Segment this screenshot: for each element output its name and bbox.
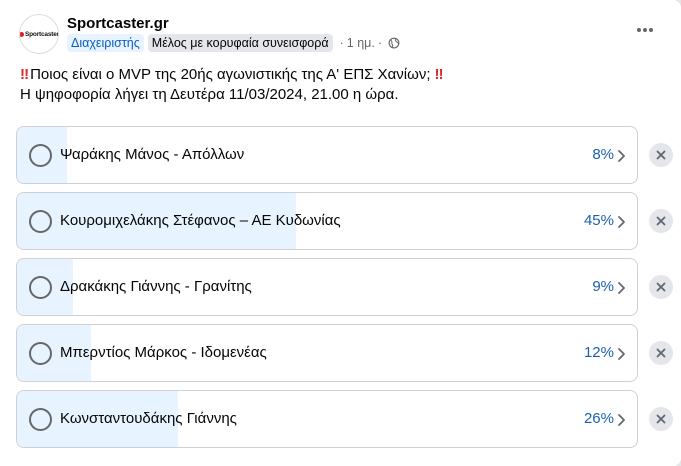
poll-option[interactable]: Δρακάκης Γιάννης - Γρανίτης 9% xyxy=(16,258,638,316)
poll-option-percent: 9% xyxy=(592,278,614,295)
post-deadline: Η ψηφοφορία λήγει τη Δευτέρα 11/03/2024,… xyxy=(20,86,399,103)
poll-option-row: Ψαράκης Μάνος - Απόλλων 8% xyxy=(16,126,681,184)
chevron-right-icon xyxy=(618,414,625,426)
poll-option-row: Μπερντίος Μάρκος - Ιδομενέας 12% xyxy=(16,324,681,382)
chevron-right-icon xyxy=(618,150,625,162)
emphasis-icon: ‼ xyxy=(434,66,444,83)
poll-option-label: Κουρομιχελάκης Στέφανος – ΑΕ Κυδωνίας xyxy=(60,212,341,229)
close-icon xyxy=(656,282,666,292)
poll-option-row: Κωνσταντουδάκης Γιάννης 26% xyxy=(16,390,681,448)
poll-option[interactable]: Ψαράκης Μάνος - Απόλλων 8% xyxy=(16,126,638,184)
poll-option[interactable]: Μπερντίος Μάρκος - Ιδομενέας 12% xyxy=(16,324,638,382)
radio-icon[interactable] xyxy=(29,342,52,365)
poll-options: Ψαράκης Μάνος - Απόλλων 8% Κουρομιχελάκη… xyxy=(16,126,681,456)
poll-option-label: Δρακάκης Γιάννης - Γρανίτης xyxy=(60,278,252,295)
close-icon xyxy=(656,348,666,358)
poll-option-row: Κουρομιχελάκης Στέφανος – ΑΕ Κυδωνίας 45… xyxy=(16,192,681,250)
poll-option-label: Κωνσταντουδάκης Γιάννης xyxy=(60,410,237,427)
post-text: ‼ Ποιος είναι ο MVP της 20ής αγωνιστικής … xyxy=(20,65,444,105)
radio-icon[interactable] xyxy=(29,210,52,233)
more-options-button[interactable] xyxy=(631,20,659,40)
chevron-right-icon xyxy=(618,348,625,360)
poll-option-percent: 26% xyxy=(583,410,614,427)
poll-option-percent: 12% xyxy=(583,344,614,361)
contributor-badge: Μέλος με κορυφαία συνεισφορά xyxy=(147,34,333,52)
globe-icon xyxy=(388,37,400,49)
poll-option-label: Μπερντίος Μάρκος - Ιδομενέας xyxy=(60,344,267,361)
poll-option[interactable]: Κωνσταντουδάκης Γιάννης 26% xyxy=(16,390,638,448)
post-time[interactable]: 1 ημ. xyxy=(347,36,375,50)
post-meta: Διαχειριστής Μέλος με κορυφαία συνεισφορ… xyxy=(67,34,400,52)
admin-badge: Διαχειριστής xyxy=(67,34,144,52)
chevron-right-icon xyxy=(618,216,625,228)
remove-option-button[interactable] xyxy=(649,275,673,299)
radio-icon[interactable] xyxy=(29,276,52,299)
radio-icon[interactable] xyxy=(29,144,52,167)
chevron-right-icon xyxy=(618,282,625,294)
page-name[interactable]: Sportcaster.gr xyxy=(67,15,169,32)
emphasis-icon: ‼ xyxy=(20,66,29,83)
poll-option-percent: 45% xyxy=(583,212,614,229)
remove-option-button[interactable] xyxy=(649,209,673,233)
radio-icon[interactable] xyxy=(29,408,52,431)
close-icon xyxy=(656,216,666,226)
poll-option-row: Δρακάκης Γιάννης - Γρανίτης 9% xyxy=(16,258,681,316)
more-icon xyxy=(637,28,641,32)
poll-option-percent: 8% xyxy=(592,146,614,163)
poll-option[interactable]: Κουρομιχελάκης Στέφανος – ΑΕ Κυδωνίας 45… xyxy=(16,192,638,250)
close-icon xyxy=(656,150,666,160)
post-header: Sportcaster Sportcaster.gr Διαχειριστής … xyxy=(17,12,667,56)
remove-option-button[interactable] xyxy=(649,341,673,365)
poll-option-label: Ψαράκης Μάνος - Απόλλων xyxy=(60,146,245,163)
post-question: ‼ Ποιος είναι ο MVP της 20ής αγωνιστικής … xyxy=(20,66,444,83)
post-card: Sportcaster Sportcaster.gr Διαχειριστής … xyxy=(0,0,681,466)
avatar[interactable]: Sportcaster xyxy=(19,14,59,54)
remove-option-button[interactable] xyxy=(649,407,673,431)
remove-option-button[interactable] xyxy=(649,143,673,167)
close-icon xyxy=(656,414,666,424)
sportcaster-logo: Sportcaster xyxy=(20,31,58,38)
